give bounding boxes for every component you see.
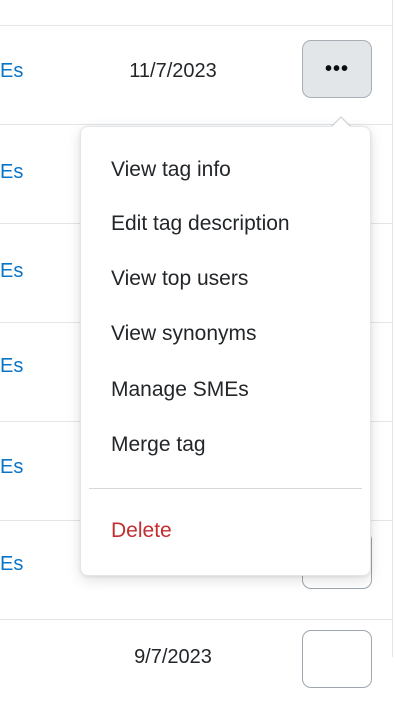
menu-item-view-top-users[interactable]: View top users xyxy=(111,267,248,291)
table-row: Es 11/7/2023 ••• xyxy=(0,26,392,125)
tag-date: 11/7/2023 xyxy=(129,60,217,82)
more-actions-button[interactable]: ••• xyxy=(302,40,372,98)
menu-item-manage-smes[interactable]: Manage SMEs xyxy=(111,378,249,402)
manage-smes-link[interactable]: Es xyxy=(0,355,23,378)
manage-smes-link[interactable]: Es xyxy=(0,60,23,83)
tag-actions-popover: View tag info Edit tag description View … xyxy=(80,126,371,576)
ellipsis-icon: ••• xyxy=(324,58,349,80)
menu-item-view-tag-info[interactable]: View tag info xyxy=(111,158,231,182)
table-row: 9/7/2023 xyxy=(0,620,392,718)
menu-item-edit-tag-description[interactable]: Edit tag description xyxy=(111,212,290,236)
manage-smes-link[interactable]: Es xyxy=(0,161,23,184)
menu-item-merge-tag[interactable]: Merge tag xyxy=(111,433,206,457)
menu-item-view-synonyms[interactable]: View synonyms xyxy=(111,322,257,346)
manage-smes-link[interactable]: Es xyxy=(0,553,23,576)
manage-smes-link[interactable]: Es xyxy=(0,260,23,283)
more-actions-button[interactable] xyxy=(302,630,372,688)
menu-divider xyxy=(89,488,362,489)
popover-arrow-fill xyxy=(331,118,351,128)
tag-date: 9/7/2023 xyxy=(134,646,212,668)
menu-item-delete[interactable]: Delete xyxy=(111,519,172,543)
manage-smes-link[interactable]: Es xyxy=(0,456,23,479)
